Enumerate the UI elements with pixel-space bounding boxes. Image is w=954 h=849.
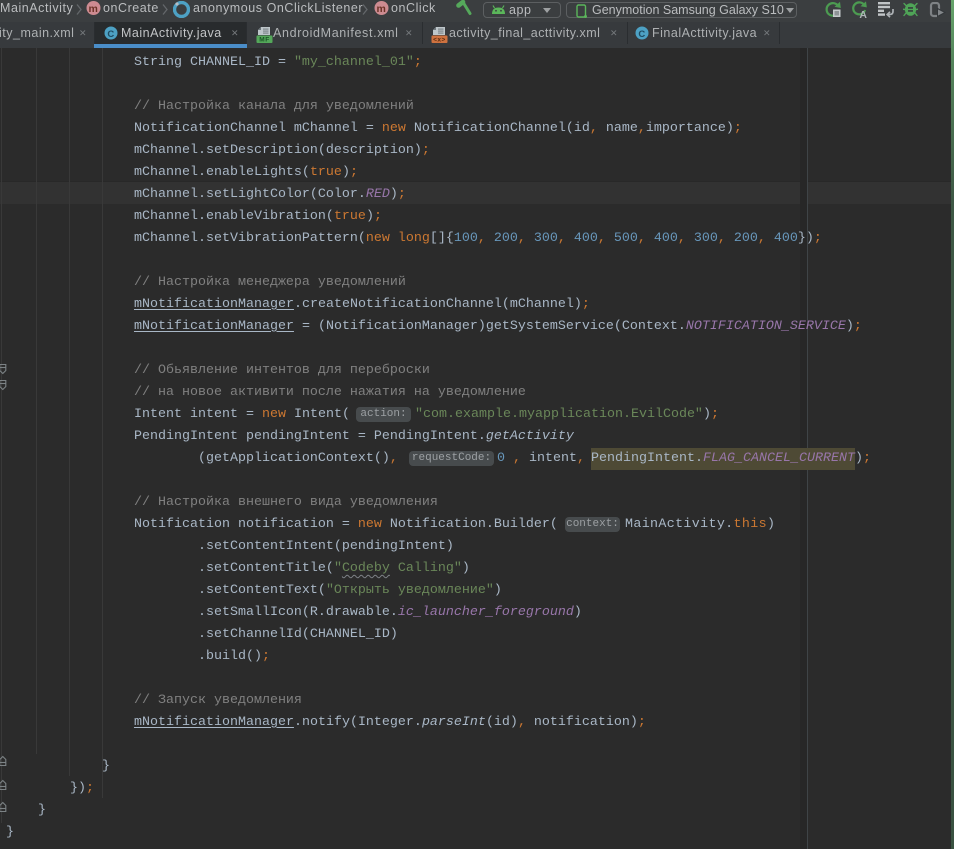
svg-text:A: A <box>859 9 867 18</box>
svg-text:MF: MF <box>259 37 269 44</box>
svg-text:m: m <box>89 3 99 15</box>
svg-text:C: C <box>638 29 645 40</box>
svg-text:m: m <box>377 3 387 15</box>
svg-text:<x>: <x> <box>433 37 446 44</box>
svg-text:C: C <box>107 29 114 40</box>
